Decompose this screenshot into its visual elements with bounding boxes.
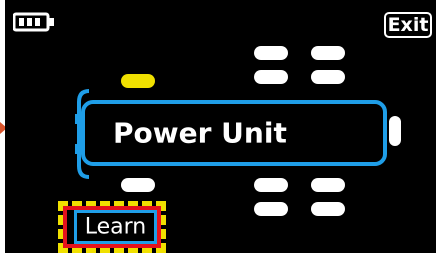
exit-button[interactable]: Exit [384,12,432,38]
unit-label: Power Unit [113,116,287,150]
learn-button-label: Learn [84,214,147,240]
port-indicator [254,202,288,216]
port-indicator [311,70,345,84]
port-indicator [311,46,345,60]
port-indicator [254,178,288,192]
learn-button[interactable]: Learn [74,210,157,244]
port-indicator [254,70,288,84]
port-indicator-active [121,74,155,88]
port-indicator [311,202,345,216]
port-indicator [121,178,155,192]
power-unit-box[interactable]: Power Unit [81,100,387,166]
battery-icon [13,12,54,32]
port-indicator [254,46,288,60]
port-indicator-side [389,116,401,146]
port-indicator [311,178,345,192]
